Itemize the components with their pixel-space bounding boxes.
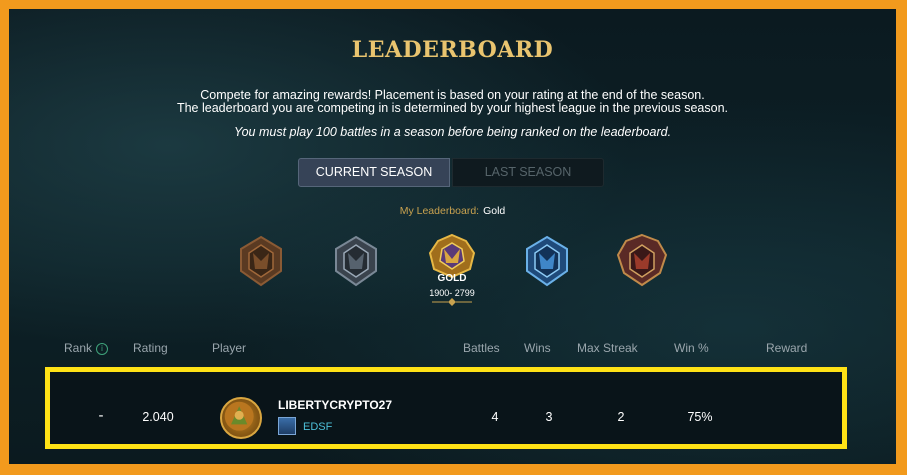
guild-name[interactable]: EDSF xyxy=(303,421,332,433)
table-row[interactable]: - 2.040 LIBERTYCRYPTO27 EDSF 4 3 2 75% xyxy=(45,367,847,449)
tab-current-season[interactable]: CURRENT SEASON xyxy=(298,158,450,187)
my-leaderboard-label: My Leaderboard: xyxy=(399,205,480,217)
player-name[interactable]: LIBERTYCRYPTO27 xyxy=(278,398,392,412)
diamond-league-icon[interactable] xyxy=(517,231,577,291)
row-wins: 3 xyxy=(545,410,553,424)
info-icon[interactable]: i xyxy=(96,343,109,355)
column-header-rank-label: Rank xyxy=(64,341,93,355)
guild-banner-icon xyxy=(278,417,296,435)
column-header-win-pct: Win % xyxy=(674,341,709,355)
page-title: LEADERBOARD xyxy=(351,37,554,63)
season-tabs: CURRENT SEASON LAST SEASON xyxy=(298,158,604,187)
bronze-league-icon[interactable] xyxy=(231,231,291,291)
silver-league-icon[interactable] xyxy=(326,231,386,291)
column-header-max-streak: Max Streak xyxy=(577,341,638,355)
my-leaderboard-value: Gold xyxy=(483,205,506,217)
row-battles: 4 xyxy=(491,410,499,424)
leaderboard-panel: LEADERBOARD Compete for amazing rewards!… xyxy=(9,9,896,464)
selected-league-name: GOLD xyxy=(437,273,467,284)
description-line-2: The leaderboard you are competing in is … xyxy=(176,101,729,115)
column-header-reward: Reward xyxy=(766,341,808,355)
tab-last-season[interactable]: LAST SEASON xyxy=(452,158,604,187)
row-rating: 2.040 xyxy=(142,410,174,424)
row-win-pct: 75% xyxy=(687,410,713,424)
ornament-divider-icon xyxy=(432,298,472,306)
description-line-1: Compete for amazing rewards! Placement i… xyxy=(200,88,705,102)
column-header-wins: Wins xyxy=(524,341,551,355)
column-header-battles: Battles xyxy=(463,341,500,355)
avatar[interactable] xyxy=(220,397,262,439)
row-rank: - xyxy=(98,407,104,424)
my-leaderboard: My Leaderboard: Gold xyxy=(9,205,896,217)
column-header-rating: Rating xyxy=(133,341,168,355)
row-max-streak: 2 xyxy=(617,410,625,424)
battles-requirement-note: You must play 100 battles in a season be… xyxy=(233,125,672,139)
champion-league-icon[interactable] xyxy=(612,231,672,291)
column-header-player: Player xyxy=(212,341,247,355)
column-header-rank: Rank i xyxy=(64,341,109,355)
